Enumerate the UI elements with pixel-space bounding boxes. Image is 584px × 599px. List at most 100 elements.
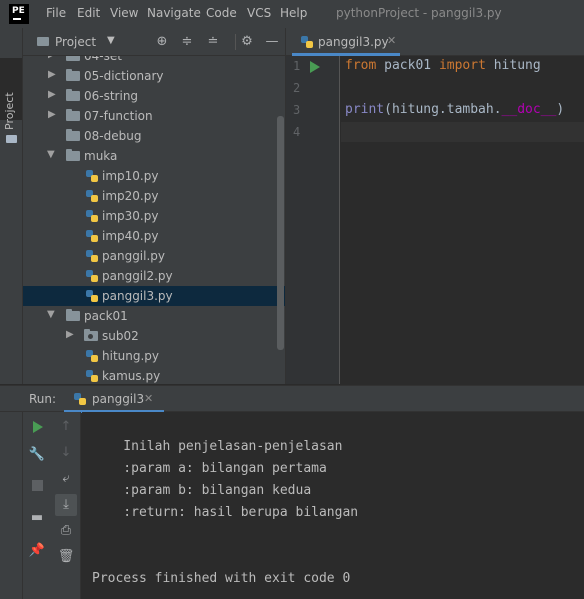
menu-help[interactable]: Help	[280, 6, 307, 20]
expand-all-icon[interactable]: ≑	[178, 33, 196, 51]
tree-item-label: 07-function	[84, 109, 153, 123]
tree-item-sub02[interactable]: ▶ sub02	[23, 326, 285, 346]
chevron-right-icon[interactable]: ▶	[48, 109, 56, 120]
editor-gutter: 1 2 3 4	[286, 56, 340, 384]
collapse-all-icon[interactable]: ≐	[204, 33, 222, 51]
close-icon[interactable]: ✕	[144, 392, 153, 405]
code-area[interactable]: from pack01 import hitung print(hitung.t…	[341, 56, 584, 384]
window-title: pythonProject - panggil3.py	[336, 6, 502, 20]
folder-icon	[66, 309, 80, 321]
project-scrollbar[interactable]	[277, 116, 284, 350]
tree-item-panggil[interactable]: panggil.py	[23, 246, 285, 266]
line-number: 3	[293, 103, 301, 117]
python-file-icon	[86, 210, 98, 222]
tree-item-imp10[interactable]: imp10.py	[23, 166, 285, 186]
chevron-right-icon[interactable]: ▶	[48, 56, 56, 60]
tree-item-label: pack01	[84, 309, 128, 323]
folder-icon	[66, 69, 80, 81]
menu-file[interactable]: File	[46, 6, 66, 20]
python-file-icon	[86, 370, 98, 382]
tree-item-label: 05-dictionary	[84, 69, 164, 83]
chevron-down-icon[interactable]: ▼	[47, 149, 55, 160]
folder-icon	[66, 129, 80, 141]
tree-item-label: panggil.py	[102, 249, 166, 263]
keyword: import	[438, 58, 486, 73]
menu-code[interactable]: Code	[206, 6, 237, 20]
run-tab-panggil3[interactable]: panggil3 ✕	[64, 386, 164, 413]
run-console[interactable]: Inilah penjelasan-penjelasan :param a: b…	[82, 412, 584, 599]
tree-item-imp40[interactable]: imp40.py	[23, 226, 285, 246]
chevron-down-icon[interactable]: ▼	[47, 309, 55, 320]
arrow-up-icon[interactable]: ↑	[55, 416, 77, 438]
chevron-right-icon[interactable]: ▶	[48, 89, 56, 100]
trash-icon[interactable]: 🗑	[55, 546, 77, 568]
tree-item-04-set[interactable]: ▶ 04-set	[23, 56, 285, 66]
scroll-to-end-icon[interactable]: ⤓	[55, 494, 77, 516]
editor-tab-panggil3[interactable]: panggil3.py ✕	[292, 28, 400, 56]
divider	[235, 34, 236, 50]
tree-item-label: hitung.py	[102, 349, 160, 363]
menu-bar: PE File Edit View Navigate Code VCS Help…	[0, 0, 584, 28]
tree-item-label: imp30.py	[102, 209, 159, 223]
tree-item-pack01[interactable]: ▼ pack01	[23, 306, 285, 326]
tree-item-05-dictionary[interactable]: ▶ 05-dictionary	[23, 66, 285, 86]
tree-item-label: panggil2.py	[102, 269, 173, 283]
gear-icon[interactable]: ⚙	[238, 33, 256, 51]
tree-item-label: sub02	[102, 329, 139, 343]
wrench-icon[interactable]: 🔧	[26, 444, 48, 466]
project-panel-title[interactable]: Project	[55, 35, 96, 49]
print-icon[interactable]: ⎙	[55, 520, 77, 542]
package-folder-icon	[84, 329, 98, 341]
menu-edit[interactable]: Edit	[77, 6, 100, 20]
run-left-stripe	[0, 412, 23, 599]
run-label: Run:	[29, 392, 57, 406]
tree-item-label: imp40.py	[102, 229, 159, 243]
chevron-down-icon[interactable]: ▼	[107, 35, 115, 46]
tree-item-muka[interactable]: ▼ muka	[23, 146, 285, 166]
code-text: pack01	[376, 58, 439, 73]
menu-view[interactable]: View	[110, 6, 138, 20]
menu-navigate[interactable]: Navigate	[147, 6, 201, 20]
locate-file-icon[interactable]: ⊕	[153, 33, 171, 51]
python-file-icon	[86, 190, 98, 202]
folder-icon	[37, 37, 49, 46]
python-file-icon	[301, 36, 313, 48]
folder-icon	[6, 135, 17, 143]
stop-icon[interactable]	[32, 480, 43, 491]
project-tool-button[interactable]: Project	[0, 58, 22, 143]
python-file-icon	[86, 250, 98, 262]
hide-panel-icon[interactable]: —	[263, 33, 281, 51]
folder-icon	[66, 56, 80, 61]
arrow-down-icon[interactable]: ↓	[55, 442, 77, 464]
pin-icon[interactable]: 📌	[26, 540, 48, 562]
tree-item-kamus[interactable]: kamus.py	[23, 366, 285, 384]
tree-item-imp20[interactable]: imp20.py	[23, 186, 285, 206]
line-number: 1	[293, 59, 301, 73]
python-file-icon	[86, 270, 98, 282]
code-text: (hitung.tambah.	[384, 102, 502, 117]
soft-wrap-icon[interactable]: ⤶	[55, 468, 77, 490]
folder-icon	[66, 89, 80, 101]
tree-item-hitung[interactable]: hitung.py	[23, 346, 285, 366]
chevron-right-icon[interactable]: ▶	[66, 329, 74, 340]
tree-item-07-function[interactable]: ▶ 07-function	[23, 106, 285, 126]
layout-icon[interactable]: ▬	[26, 507, 48, 529]
rerun-icon[interactable]	[33, 421, 43, 433]
run-toolbar: 🔧 ▬ 📌 ↑ ↓ ⤶ ⤓ ⎙ 🗑	[23, 412, 81, 599]
python-file-icon	[86, 290, 98, 302]
app-logo-text: PE	[12, 6, 25, 16]
code-text: hitung	[485, 58, 541, 73]
chevron-right-icon[interactable]: ▶	[48, 69, 56, 80]
menu-vcs[interactable]: VCS	[247, 6, 271, 20]
tree-item-panggil2[interactable]: panggil2.py	[23, 266, 285, 286]
line-number: 4	[293, 125, 301, 139]
tree-item-08-debug[interactable]: 08-debug	[23, 126, 285, 146]
tree-item-06-string[interactable]: ▶ 06-string	[23, 86, 285, 106]
run-gutter-icon[interactable]	[310, 61, 320, 73]
tree-item-imp30[interactable]: imp30.py	[23, 206, 285, 226]
close-icon[interactable]: ✕	[387, 34, 396, 47]
tree-item-label: panggil3.py	[102, 289, 173, 303]
tree-item-label: kamus.py	[102, 369, 161, 383]
tree-item-panggil3[interactable]: panggil3.py	[23, 286, 285, 306]
keyword: from	[345, 58, 377, 73]
